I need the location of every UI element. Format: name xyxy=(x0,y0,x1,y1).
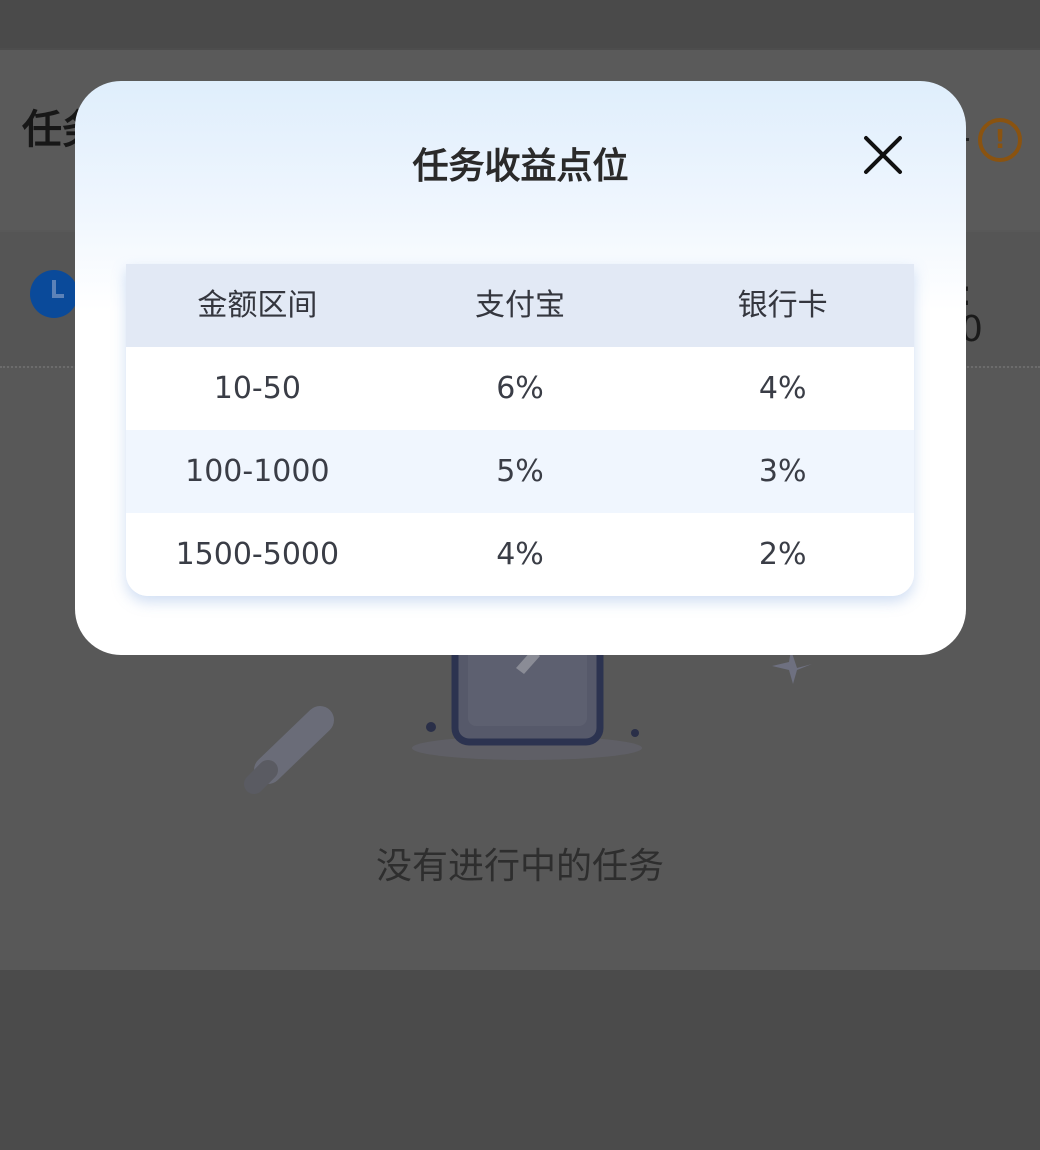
clock-icon xyxy=(30,270,78,318)
bank-card-rate-cell: 4% xyxy=(758,370,807,406)
bank-card-rate-cell: 2% xyxy=(758,536,807,572)
warning-circle-icon[interactable]: ! xyxy=(978,118,1022,162)
rate-table: 金额区间 支付宝 银行卡 10-50 6% 4% 100-1000 5% 3% … xyxy=(126,264,914,596)
top-bar xyxy=(0,0,1040,48)
column-header-alipay: 支付宝 xyxy=(475,287,565,323)
task-count: : 0 xyxy=(960,273,995,350)
commission-rate-dialog: 任务收益点位 金额区间 支付宝 银行卡 10-50 6% 4% 100-1000… xyxy=(75,81,966,655)
column-header-amount-range: 金额区间 xyxy=(197,287,318,323)
alipay-rate-cell: 4% xyxy=(496,536,544,572)
table-row: 100-1000 5% 3% xyxy=(126,430,914,513)
bottom-area xyxy=(0,970,1040,1150)
table-row: 10-50 6% 4% xyxy=(126,347,914,430)
amount-range-cell: 1500-5000 xyxy=(175,536,340,572)
close-icon[interactable] xyxy=(855,127,911,183)
bank-card-rate-cell: 3% xyxy=(758,453,807,489)
table-header-row: 金额区间 支付宝 银行卡 xyxy=(126,264,914,347)
empty-state-text: 没有进行中的任务 xyxy=(375,846,664,887)
column-header-bank-card: 银行卡 xyxy=(737,287,828,323)
alipay-rate-cell: 5% xyxy=(496,453,544,489)
alipay-rate-cell: 6% xyxy=(496,370,544,406)
table-row: 1500-5000 4% 2% xyxy=(126,513,914,596)
amount-range-cell: 10-50 xyxy=(213,370,301,406)
amount-range-cell: 100-1000 xyxy=(185,453,330,489)
dialog-title: 任务收益点位 xyxy=(412,146,629,187)
